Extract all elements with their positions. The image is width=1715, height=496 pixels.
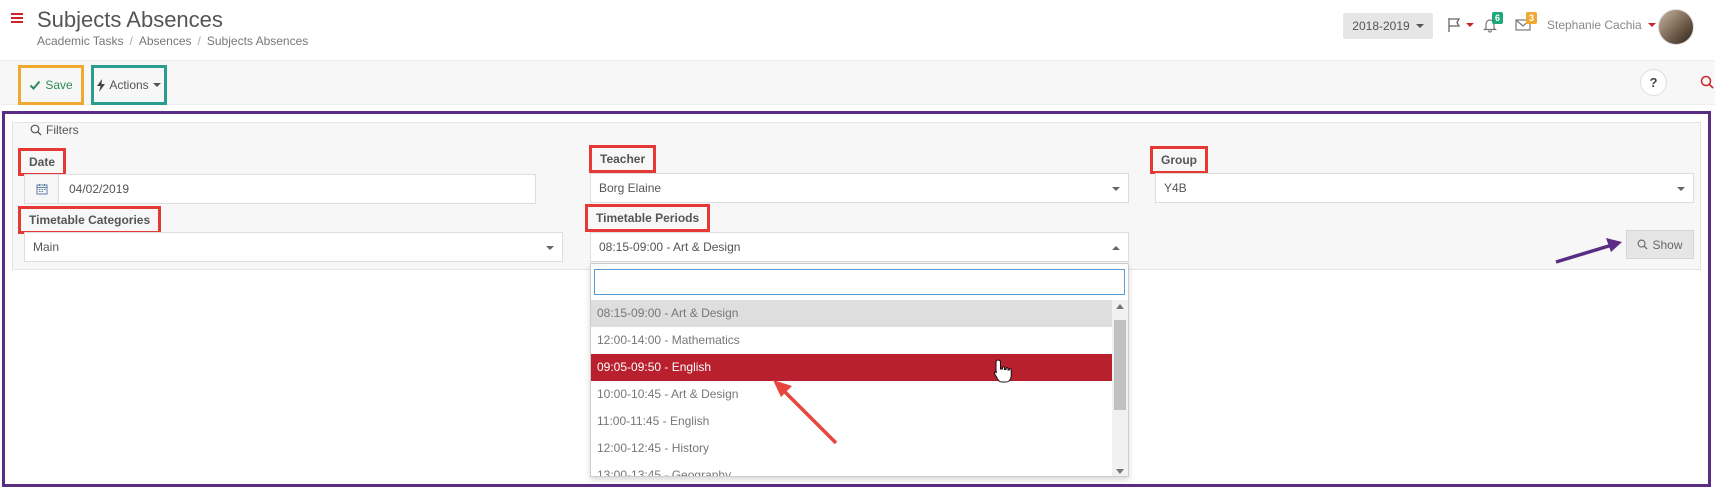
dropdown-options-list: 08:15-09:00 - Art & Design 12:00-14:00 -… — [591, 300, 1112, 476]
dropdown-option[interactable]: 12:00-14:00 - Mathematics — [591, 327, 1112, 354]
chevron-down-icon — [1415, 24, 1424, 28]
chevron-down-icon — [1112, 187, 1120, 191]
breadcrumb-item-current: Subjects Absences — [206, 34, 309, 48]
dropdown-option[interactable]: 12:00-12:45 - History — [591, 435, 1112, 462]
group-label: Group — [1150, 146, 1208, 174]
scroll-thumb[interactable] — [1114, 320, 1126, 410]
timetable-periods-select[interactable]: 08:15-09:00 - Art & Design — [590, 232, 1129, 262]
search-icon — [1700, 75, 1714, 89]
teacher-value: Borg Elaine — [599, 181, 662, 195]
show-button[interactable]: Show — [1626, 230, 1694, 259]
timetable-categories-value: Main — [33, 240, 60, 254]
toolbar: Save Actions ? — [0, 60, 1715, 105]
show-label: Show — [1652, 237, 1683, 252]
breadcrumb-separator: / — [197, 34, 201, 48]
breadcrumb-item-absences[interactable]: Absences — [139, 34, 192, 48]
search-icon — [30, 124, 42, 136]
calendar-icon — [36, 184, 47, 195]
save-label: Save — [45, 78, 73, 92]
messages-badge: 3 — [1526, 12, 1538, 24]
checkmark-icon — [30, 80, 41, 90]
breadcrumb: Academic Tasks / Absences / Subjects Absen… — [37, 34, 308, 48]
timetable-periods-value: 08:15-09:00 - Art & Design — [599, 240, 741, 254]
timetable-categories-label: Timetable Categories — [18, 206, 162, 234]
timetable-periods-dropdown: 08:15-09:00 - Art & Design 12:00-14:00 -… — [590, 263, 1129, 477]
dropdown-option[interactable]: 13:00-13:45 - Geography — [591, 462, 1112, 476]
notifications-badge: 6 — [1492, 12, 1504, 24]
academic-year-value: 2018-2019 — [1352, 19, 1410, 33]
group-value: Y4B — [1164, 181, 1187, 195]
save-button[interactable]: Save — [18, 65, 84, 105]
filters-legend: Filters — [27, 123, 82, 137]
help-button[interactable]: ? — [1640, 69, 1667, 96]
actions-button[interactable]: Actions — [91, 65, 167, 105]
date-value: 04/02/2019 — [69, 182, 130, 196]
avatar[interactable] — [1658, 9, 1694, 45]
dropdown-scrollbar[interactable] — [1112, 300, 1128, 476]
dropdown-search-input[interactable] — [594, 269, 1125, 295]
chevron-down-icon — [1466, 23, 1474, 27]
actions-label: Actions — [109, 78, 149, 92]
flag-icon — [1448, 18, 1461, 32]
scroll-down-arrow[interactable] — [1116, 469, 1124, 474]
chevron-down-icon — [1677, 187, 1685, 191]
date-input[interactable]: 04/02/2019 — [58, 174, 536, 204]
teacher-label: Teacher — [589, 145, 657, 173]
dropdown-option[interactable]: 08:15-09:00 - Art & Design — [591, 300, 1112, 327]
global-search-button[interactable] — [1700, 75, 1714, 92]
hamburger-icon[interactable] — [11, 13, 23, 23]
date-label: Date — [18, 148, 67, 176]
flag-menu[interactable] — [1446, 16, 1474, 34]
breadcrumb-separator: / — [129, 34, 133, 48]
top-bar: Subjects Absences Academic Tasks / Absenc… — [0, 0, 1715, 58]
chevron-down-icon — [546, 246, 554, 250]
academic-year-select[interactable]: 2018-2019 — [1343, 13, 1433, 39]
chevron-down-icon — [1647, 23, 1656, 27]
breadcrumb-item-academic-tasks[interactable]: Academic Tasks — [37, 34, 123, 48]
page-title: Subjects Absences — [37, 7, 223, 32]
dropdown-option[interactable]: 11:00-11:45 - English — [591, 408, 1112, 435]
teacher-select[interactable]: Borg Elaine — [590, 173, 1129, 203]
user-name: Stephanie Cachia — [1547, 18, 1642, 32]
chevron-down-icon — [152, 83, 161, 87]
date-picker-button[interactable] — [24, 174, 59, 204]
dropdown-option-selected[interactable]: 09:05-09:50 - English — [591, 354, 1112, 381]
user-menu[interactable]: Stephanie Cachia — [1547, 18, 1656, 32]
chevron-up-icon — [1112, 246, 1120, 250]
timetable-periods-label: Timetable Periods — [585, 204, 711, 232]
group-select[interactable]: Y4B — [1155, 173, 1694, 203]
filters-legend-label: Filters — [46, 123, 79, 137]
timetable-categories-select[interactable]: Main — [24, 232, 563, 262]
dropdown-option[interactable]: 10:00-10:45 - Art & Design — [591, 381, 1112, 408]
bolt-icon — [97, 78, 106, 92]
scroll-up-arrow[interactable] — [1116, 304, 1124, 309]
search-icon — [1638, 239, 1648, 250]
